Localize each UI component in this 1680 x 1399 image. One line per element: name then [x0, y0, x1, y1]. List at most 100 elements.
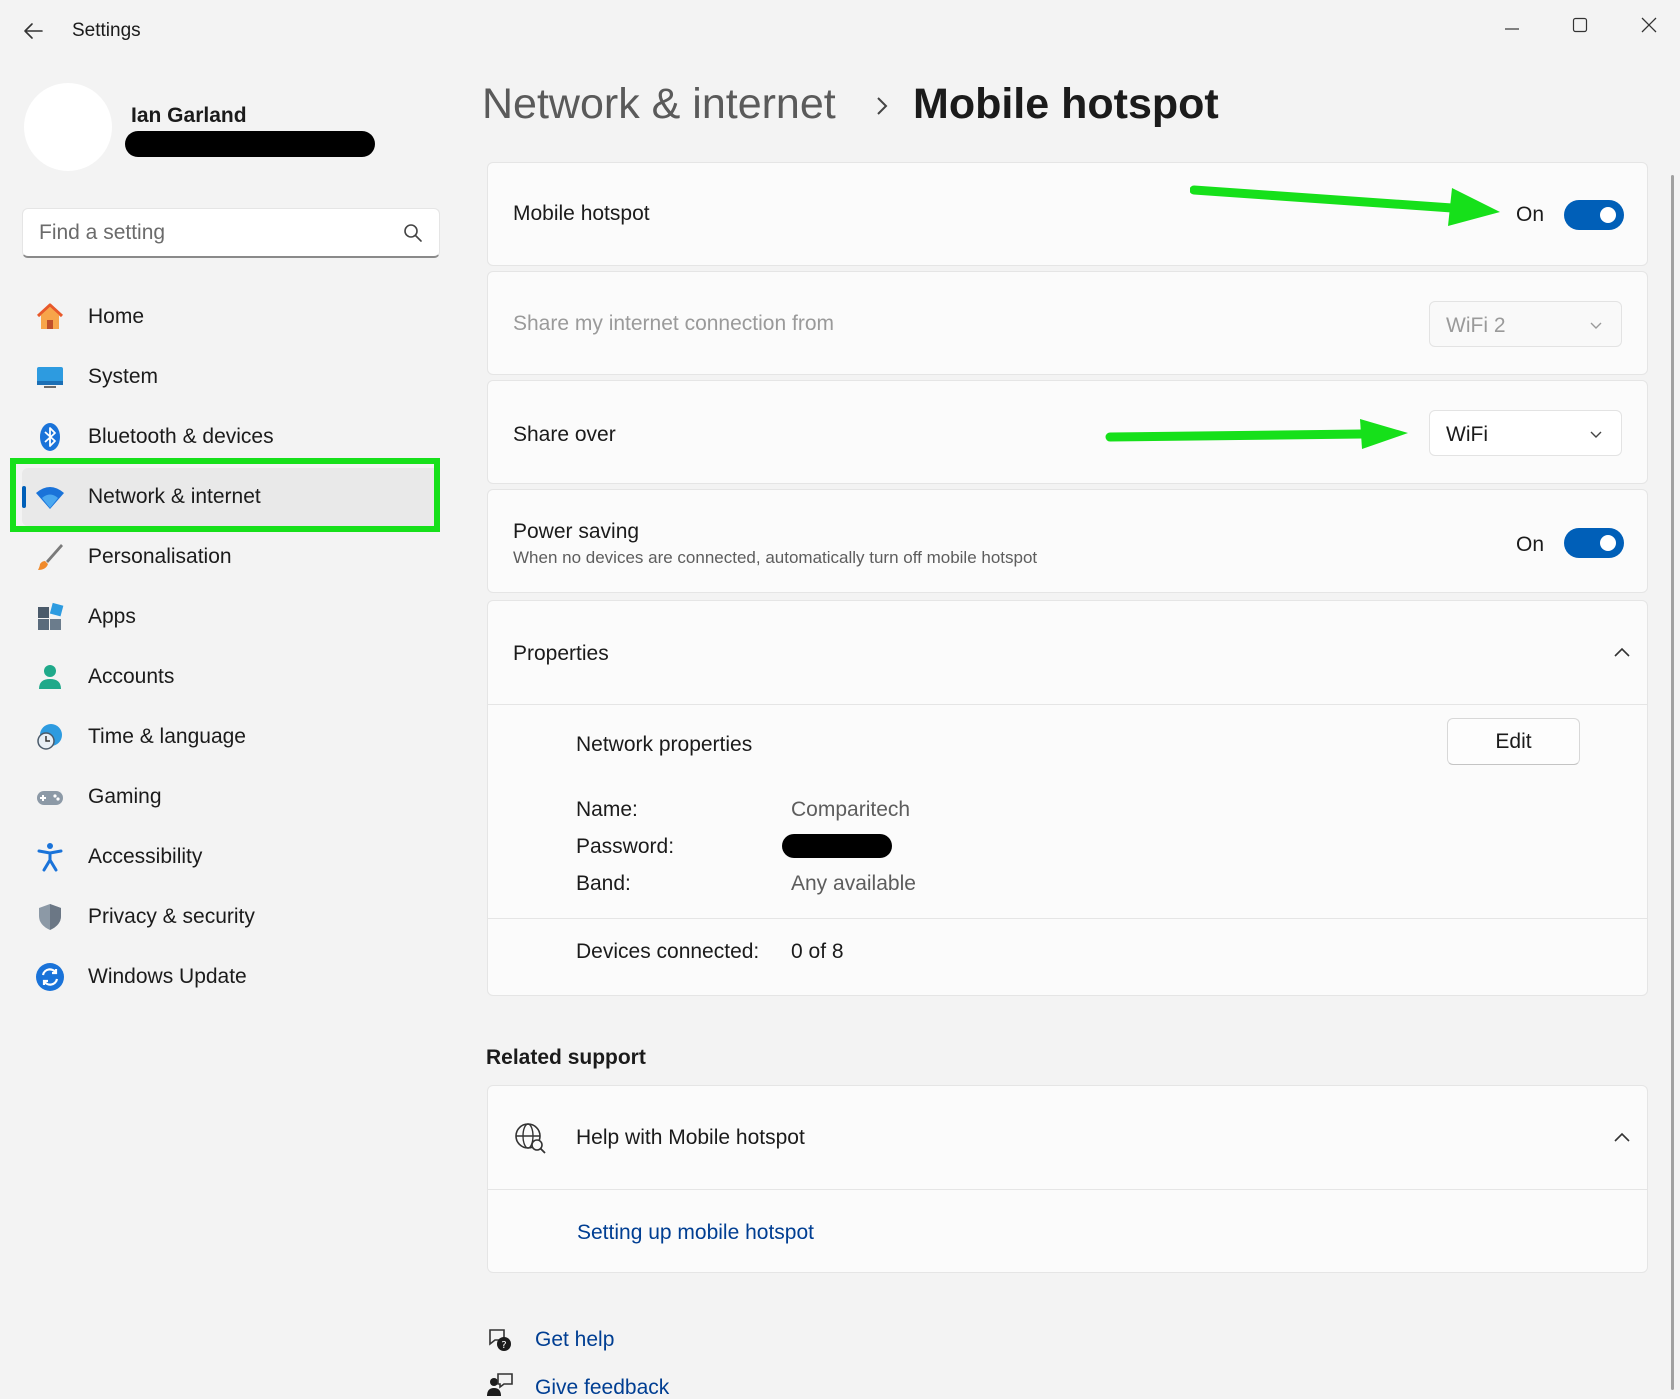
chevron-down-icon — [1590, 322, 1602, 329]
chevron-up-icon[interactable] — [1613, 644, 1631, 662]
chevron-down-icon — [1590, 431, 1602, 438]
name-label: Name: — [576, 798, 638, 821]
globe-search-icon — [515, 1123, 546, 1154]
shield-icon — [34, 901, 66, 933]
search-input[interactable] — [39, 219, 379, 247]
annotation-arrow — [1105, 419, 1408, 449]
sidebar-item-accounts[interactable]: Accounts — [22, 648, 440, 706]
avatar[interactable] — [24, 83, 112, 171]
annotation-arrow — [1190, 185, 1500, 226]
edit-button[interactable]: Edit — [1447, 718, 1580, 765]
password-label: Password: — [576, 835, 675, 858]
search-box[interactable] — [22, 208, 440, 258]
title-bar: Settings — [0, 0, 1680, 62]
related-support-heading: Related support — [486, 1046, 646, 1069]
sidebar-item-personalisation[interactable]: Personalisation — [22, 528, 440, 586]
arrow-left-icon — [24, 23, 43, 39]
gamepad-icon — [34, 781, 66, 813]
share-from-dropdown[interactable]: WiFi 2 — [1429, 301, 1622, 347]
close-icon — [1641, 17, 1657, 33]
mobile-hotspot-toggle[interactable] — [1564, 200, 1624, 230]
accessibility-icon — [34, 841, 66, 873]
power-saving-card: Power saving When no devices are connect… — [487, 489, 1648, 593]
share-over-dropdown[interactable]: WiFi — [1429, 410, 1622, 456]
sidebar-item-time-language[interactable]: Time & language — [22, 708, 440, 766]
feedback-icon — [487, 1373, 513, 1396]
sidebar-item-label: Apps — [88, 605, 136, 628]
devices-connected-label: Devices connected: — [576, 940, 760, 963]
share-from-value: WiFi 2 — [1446, 314, 1506, 337]
sidebar-item-accessibility[interactable]: Accessibility — [22, 828, 440, 886]
mobile-hotspot-state: On — [1516, 203, 1545, 226]
mobile-hotspot-label: Mobile hotspot — [513, 202, 650, 225]
person-icon — [34, 661, 66, 693]
globe-clock-icon — [34, 721, 66, 753]
share-over-card: Share over WiFi — [487, 380, 1648, 484]
share-from-label: Share my internet connection from — [513, 312, 834, 335]
sidebar-item-label: Accessibility — [88, 845, 203, 868]
breadcrumb-parent[interactable]: Network & internet — [482, 80, 836, 129]
devices-connected-value: 0 of 8 — [791, 940, 844, 963]
divider — [488, 704, 1647, 705]
minimize-button[interactable] — [1484, 6, 1540, 44]
sidebar-nav: Home System Bluetooth & devices Network … — [22, 288, 440, 1008]
setting-up-hotspot-link[interactable]: Setting up mobile hotspot — [577, 1221, 814, 1245]
help-card: Help with Mobile hotspot Setting up mobi… — [487, 1085, 1648, 1273]
maximize-button[interactable] — [1552, 6, 1608, 44]
give-feedback-link[interactable]: Give feedback — [535, 1376, 669, 1399]
power-saving-state: On — [1516, 533, 1545, 556]
sidebar-item-label: Bluetooth & devices — [88, 425, 274, 448]
app-title: Settings — [72, 20, 141, 41]
apps-icon — [34, 601, 66, 633]
help-chat-icon: ? — [489, 1329, 511, 1351]
sidebar-item-label: Time & language — [88, 725, 246, 748]
properties-title: Properties — [513, 642, 609, 665]
name-value: Comparitech — [791, 798, 911, 821]
minimize-icon — [1505, 28, 1519, 30]
system-icon — [34, 361, 66, 393]
toggle-knob — [1600, 535, 1616, 551]
power-saving-toggle[interactable] — [1564, 528, 1624, 558]
redacted-password — [782, 834, 892, 858]
share-over-label: Share over — [513, 423, 616, 446]
power-saving-label: Power saving — [513, 520, 640, 543]
update-icon — [34, 961, 66, 993]
sidebar-item-label: Gaming — [88, 785, 162, 808]
search-icon[interactable] — [403, 223, 423, 243]
sidebar-item-system[interactable]: System — [22, 348, 440, 406]
chevron-up-icon[interactable] — [1613, 1129, 1631, 1147]
sidebar-item-label: Personalisation — [88, 545, 232, 568]
get-help-link[interactable]: Get help — [535, 1328, 614, 1352]
band-label: Band: — [576, 872, 631, 895]
help-header[interactable]: Help with Mobile hotspot — [488, 1086, 1647, 1189]
redacted-email — [125, 131, 375, 157]
page-title: Mobile hotspot — [913, 80, 1219, 128]
annotation-highlight-box — [10, 458, 440, 532]
user-name: Ian Garland — [131, 104, 247, 127]
sidebar-item-apps[interactable]: Apps — [22, 588, 440, 646]
sidebar-item-label: Privacy & security — [88, 905, 255, 928]
share-from-card: Share my internet connection from WiFi 2 — [487, 271, 1648, 375]
divider — [488, 918, 1647, 919]
toggle-knob — [1600, 207, 1616, 223]
scrollbar[interactable] — [1671, 175, 1674, 1390]
sidebar-item-home[interactable]: Home — [22, 288, 440, 346]
close-button[interactable] — [1621, 6, 1677, 44]
network-properties-label: Network properties — [576, 733, 753, 756]
brush-icon — [34, 541, 66, 573]
svg-text:?: ? — [501, 1340, 506, 1351]
properties-header[interactable]: Properties — [488, 601, 1647, 704]
band-value: Any available — [791, 872, 916, 895]
sidebar-item-label: Accounts — [88, 665, 175, 688]
sidebar-item-label: Home — [88, 305, 145, 328]
help-title: Help with Mobile hotspot — [576, 1126, 805, 1149]
sidebar-item-label: System — [88, 365, 159, 388]
sidebar-item-privacy[interactable]: Privacy & security — [22, 888, 440, 946]
sidebar-item-windows-update[interactable]: Windows Update — [22, 948, 440, 1006]
back-button[interactable] — [14, 14, 52, 48]
sidebar-item-gaming[interactable]: Gaming — [22, 768, 440, 826]
bluetooth-icon — [34, 421, 66, 453]
power-saving-description: When no devices are connected, automatic… — [513, 548, 1038, 567]
home-icon — [34, 301, 66, 333]
divider — [488, 1189, 1647, 1190]
